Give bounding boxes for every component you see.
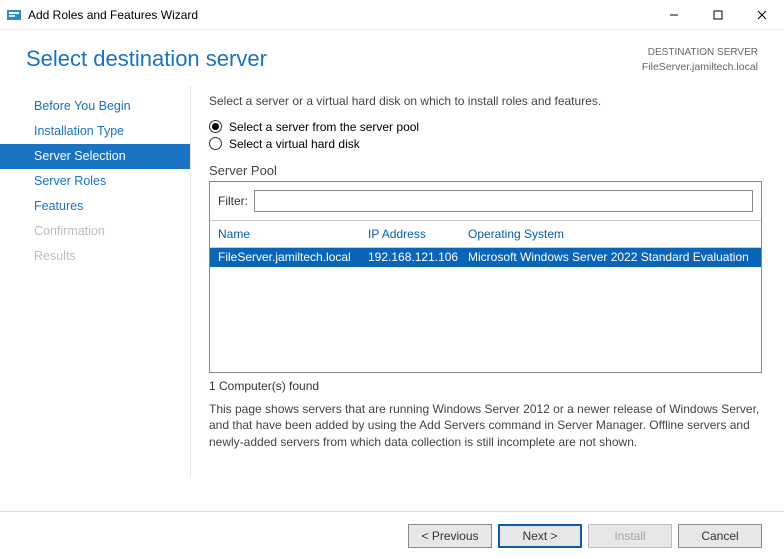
install-button: Install — [588, 524, 672, 548]
server-table-body: FileServer.jamiltech.local 192.168.121.1… — [210, 248, 761, 372]
cell-name: FileServer.jamiltech.local — [218, 250, 368, 264]
app-icon — [6, 7, 22, 23]
window-title: Add Roles and Features Wizard — [28, 8, 652, 22]
intro-text: Select a server or a virtual hard disk o… — [209, 94, 762, 108]
page-title: Select destination server — [26, 46, 642, 72]
maximize-button[interactable] — [696, 0, 740, 30]
nav-before-you-begin[interactable]: Before You Begin — [0, 94, 190, 119]
filter-input[interactable] — [254, 190, 753, 212]
cell-os: Microsoft Windows Server 2022 Standard E… — [468, 250, 753, 264]
wizard-content: Select a server or a virtual hard disk o… — [191, 82, 784, 482]
server-pool-title: Server Pool — [209, 163, 762, 178]
nav-results: Results — [0, 244, 190, 269]
col-ip[interactable]: IP Address — [368, 227, 468, 241]
nav-features[interactable]: Features — [0, 194, 190, 219]
radio-vhd[interactable]: Select a virtual hard disk — [209, 137, 762, 151]
minimize-button[interactable] — [652, 0, 696, 30]
radio-selected-icon[interactable] — [209, 120, 222, 133]
radio-vhd-label: Select a virtual hard disk — [229, 137, 360, 151]
server-table-header: Name IP Address Operating System — [210, 220, 761, 248]
filter-label: Filter: — [218, 194, 248, 208]
explain-text: This page shows servers that are running… — [209, 401, 762, 451]
cell-ip: 192.168.121.106 — [368, 250, 468, 264]
radio-unselected-icon[interactable] — [209, 137, 222, 150]
destination-server-info: DESTINATION SERVER FileServer.jamiltech.… — [642, 46, 758, 74]
radio-server-pool-label: Select a server from the server pool — [229, 120, 419, 134]
nav-server-roles[interactable]: Server Roles — [0, 169, 190, 194]
previous-button[interactable]: < Previous — [408, 524, 492, 548]
title-bar: Add Roles and Features Wizard — [0, 0, 784, 30]
page-header: Select destination server DESTINATION SE… — [0, 30, 784, 82]
nav-confirmation: Confirmation — [0, 219, 190, 244]
wizard-footer: < Previous Next > Install Cancel — [0, 511, 784, 559]
col-os[interactable]: Operating System — [468, 227, 753, 241]
wizard-sidebar: Before You Begin Installation Type Serve… — [0, 82, 190, 482]
col-name[interactable]: Name — [218, 227, 368, 241]
next-button[interactable]: Next > — [498, 524, 582, 548]
computers-found: 1 Computer(s) found — [209, 379, 762, 393]
cancel-button[interactable]: Cancel — [678, 524, 762, 548]
server-pool-box: Filter: Name IP Address Operating System… — [209, 181, 762, 373]
radio-server-pool[interactable]: Select a server from the server pool — [209, 120, 762, 134]
destination-label: DESTINATION SERVER — [642, 46, 758, 60]
table-row[interactable]: FileServer.jamiltech.local 192.168.121.1… — [210, 248, 761, 267]
close-button[interactable] — [740, 0, 784, 30]
destination-value: FileServer.jamiltech.local — [642, 60, 758, 74]
nav-installation-type[interactable]: Installation Type — [0, 119, 190, 144]
nav-server-selection[interactable]: Server Selection — [0, 144, 190, 169]
